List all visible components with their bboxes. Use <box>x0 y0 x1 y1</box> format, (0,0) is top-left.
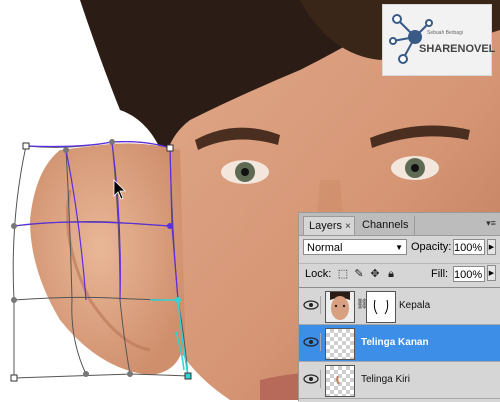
network-logo-icon <box>389 14 433 64</box>
layer-thumbnail <box>325 365 355 397</box>
layer-name: Telinga Kiri <box>361 374 410 385</box>
fill-field[interactable]: 100% <box>453 266 485 282</box>
blend-mode-select[interactable]: Normal ▼ <box>303 239 407 255</box>
tab-layers-label: Layers <box>309 220 343 232</box>
blend-mode-value: Normal <box>307 242 343 254</box>
fill-slider-toggle[interactable]: ▶ <box>487 265 496 281</box>
layer-row-telinga-kiri[interactable]: Telinga Kiri <box>299 362 500 399</box>
eye-icon[interactable] <box>302 370 321 388</box>
layer-name: Kepala <box>399 300 431 311</box>
lock-move-icon[interactable]: ✥ <box>369 268 381 280</box>
lock-label: Lock: <box>305 268 332 280</box>
watermark-tagline: Sebuah Berbagi <box>427 30 463 36</box>
close-icon[interactable]: × <box>345 221 351 232</box>
chain-link-icon[interactable]: ⛓ <box>356 298 369 312</box>
lock-row: Lock: ⬚ ✎ ✥ 🔒︎ Fill: 100% <box>299 263 500 286</box>
chevron-down-icon: ▼ <box>395 243 403 252</box>
opacity-slider-toggle[interactable]: ▶ <box>487 239 496 255</box>
opacity-field[interactable]: 100% <box>453 239 485 255</box>
lock-all-icon[interactable]: 🔒︎ <box>385 268 397 280</box>
tab-channels-label: Channels <box>362 219 409 231</box>
watermark-brand: SHARENOVEL <box>419 43 496 55</box>
fill-label: Fill: <box>431 268 449 280</box>
blend-options-row: Normal ▼ Opacity: 100% <box>299 237 500 259</box>
layer-row-telinga-kanan[interactable]: Telinga Kanan <box>299 325 500 362</box>
layer-thumbnail <box>325 291 355 323</box>
layer-thumbnail <box>325 328 355 360</box>
ear-shape <box>30 143 185 375</box>
eye-icon[interactable] <box>302 296 321 314</box>
lock-brush-icon[interactable]: ✎ <box>353 268 365 280</box>
layer-mask-thumbnail[interactable] <box>366 291 396 323</box>
panel-menu-icon[interactable]: ▾≡ <box>485 217 497 229</box>
tab-layers[interactable]: Layers × <box>303 216 355 235</box>
layer-name: Telinga Kanan <box>361 337 429 348</box>
opacity-label: Opacity: <box>411 241 452 253</box>
layers-panel: Layers × Channels ▾≡ Normal ▼ Opacity: 10… <box>298 212 500 402</box>
panel-tab-bar: Layers × Channels ▾≡ <box>299 213 500 236</box>
layer-row-kepala[interactable]: ⛓ Kepala <box>299 288 500 325</box>
watermark-logo: Sebuah Berbagi SHARENOVEL <box>382 4 496 76</box>
eye-icon[interactable] <box>302 333 321 351</box>
layer-list: ⛓ Kepala Telinga Kanan Telinga Kiri <box>299 287 500 402</box>
tab-channels[interactable]: Channels <box>357 216 415 235</box>
lock-transparency-icon[interactable]: ⬚ <box>337 268 349 280</box>
